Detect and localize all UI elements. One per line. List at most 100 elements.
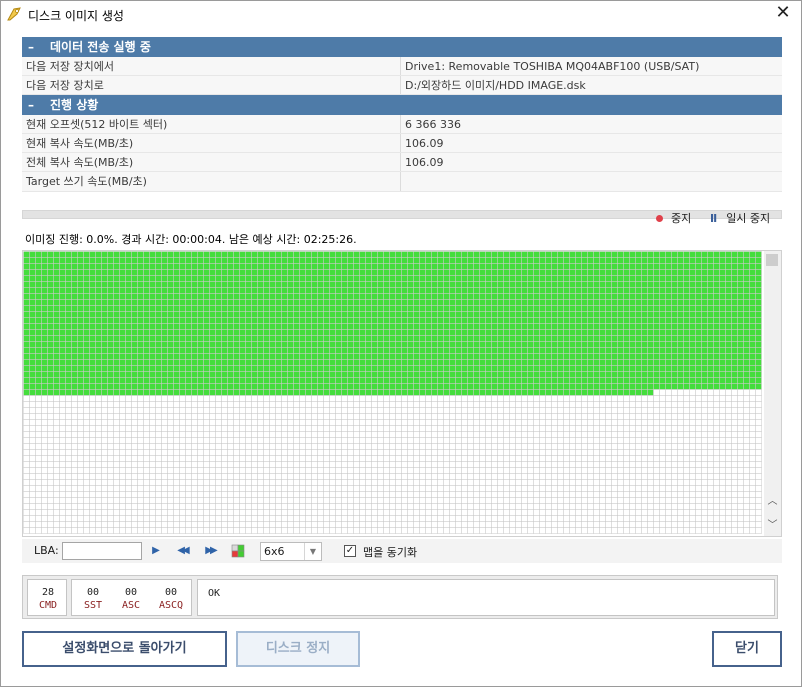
map-cell-done	[545, 317, 552, 324]
map-cell-done	[707, 365, 714, 372]
map-cell-done	[605, 341, 612, 348]
map-cell-done	[245, 323, 252, 330]
map-cell-pending	[95, 395, 102, 402]
map-cell-done	[161, 341, 168, 348]
map-cell-pending	[617, 407, 624, 414]
map-cell-pending	[533, 455, 540, 462]
map-cell-done	[749, 293, 756, 300]
collapse-icon[interactable]: –	[28, 95, 50, 115]
map-cell-pending	[275, 407, 282, 414]
map-cell-pending	[41, 443, 48, 450]
map-cell-done	[551, 257, 558, 264]
collapse-icon[interactable]: –	[28, 37, 50, 57]
imaging-controls: 중지 II 일시 중지	[22, 209, 782, 228]
map-cell-pending	[551, 479, 558, 486]
map-cell-done	[407, 257, 414, 264]
map-cell-done	[179, 257, 186, 264]
map-cell-done	[287, 353, 294, 360]
map-cell-done	[293, 389, 300, 396]
map-cell-pending	[743, 407, 750, 414]
map-cell-done	[251, 377, 258, 384]
map-cell-done	[167, 383, 174, 390]
map-cell-done	[29, 287, 36, 294]
map-cell-pending	[179, 413, 186, 420]
map-cell-done	[71, 263, 78, 270]
map-cell-pending	[599, 419, 606, 426]
map-cell-done	[611, 317, 618, 324]
sector-map[interactable]: ︿ ﹀	[22, 250, 782, 537]
map-cell-done	[479, 377, 486, 384]
map-cell-done	[653, 287, 660, 294]
map-cell-pending	[473, 431, 480, 438]
current-speed-value: 106.09	[405, 137, 444, 150]
map-cell-done	[299, 305, 306, 312]
map-cell-done	[131, 353, 138, 360]
map-cell-pending	[467, 419, 474, 426]
map-cell-done	[59, 299, 66, 306]
map-cell-done	[737, 287, 744, 294]
map-cell-pending	[515, 467, 522, 474]
map-cell-done	[569, 323, 576, 330]
map-cell-done	[545, 251, 552, 258]
map-cell-pending	[311, 425, 318, 432]
map-cell-pending	[689, 413, 696, 420]
map-cell-done	[431, 329, 438, 336]
map-cell-done	[257, 275, 264, 282]
map-cell-done	[185, 389, 192, 396]
pause-button[interactable]: II 일시 중지	[710, 209, 770, 228]
map-cell-pending	[125, 431, 132, 438]
map-cell-pending	[239, 479, 246, 486]
map-cell-pending	[29, 467, 36, 474]
map-cell-done	[443, 389, 450, 396]
map-cell-done	[371, 365, 378, 372]
map-cell-pending	[485, 431, 492, 438]
map-cell-done	[383, 323, 390, 330]
map-cell-pending	[479, 449, 486, 456]
map-cell-done	[155, 377, 162, 384]
map-cell-pending	[89, 449, 96, 456]
map-cell-pending	[209, 413, 216, 420]
map-cell-done	[515, 389, 522, 396]
map-cell-pending	[101, 485, 108, 492]
map-cell-done	[425, 347, 432, 354]
map-cell-pending	[545, 485, 552, 492]
map-cell-done	[347, 317, 354, 324]
map-cell-done	[509, 281, 516, 288]
map-cell-done	[143, 281, 150, 288]
map-cell-pending	[503, 455, 510, 462]
map-cell-pending	[623, 407, 630, 414]
map-cell-pending	[659, 485, 666, 492]
map-cell-pending	[713, 419, 720, 426]
map-cell-done	[509, 269, 516, 276]
map-cell-pending	[677, 443, 684, 450]
map-cell-done	[335, 263, 342, 270]
transfer-section-header[interactable]: – 데이터 전송 실행 중	[22, 37, 782, 57]
map-cell-done	[257, 287, 264, 294]
map-cell-pending	[467, 455, 474, 462]
stop-button[interactable]: 중지	[656, 209, 691, 228]
map-cell-done	[497, 269, 504, 276]
map-cell-done	[431, 317, 438, 324]
map-cell-pending	[161, 431, 168, 438]
map-cell-done	[485, 263, 492, 270]
map-cell-pending	[623, 485, 630, 492]
map-cell-done	[209, 263, 216, 270]
map-cell-done	[635, 359, 642, 366]
map-cell-pending	[215, 419, 222, 426]
map-cell-pending	[503, 401, 510, 408]
map-cell-done	[623, 353, 630, 360]
map-cell-done	[461, 251, 468, 258]
map-cell-done	[263, 269, 270, 276]
map-cell-done	[155, 293, 162, 300]
map-cell-done	[221, 269, 228, 276]
map-cell-pending	[287, 449, 294, 456]
map-cell-pending	[419, 395, 426, 402]
map-cell-pending	[611, 407, 618, 414]
close-icon[interactable]: ✕	[773, 4, 793, 24]
map-cell-pending	[29, 407, 36, 414]
map-cell-done	[179, 275, 186, 282]
map-cell-pending	[209, 431, 216, 438]
map-cell-pending	[395, 461, 402, 468]
map-cell-pending	[299, 425, 306, 432]
progress-section-header[interactable]: – 진행 상황	[22, 95, 782, 115]
